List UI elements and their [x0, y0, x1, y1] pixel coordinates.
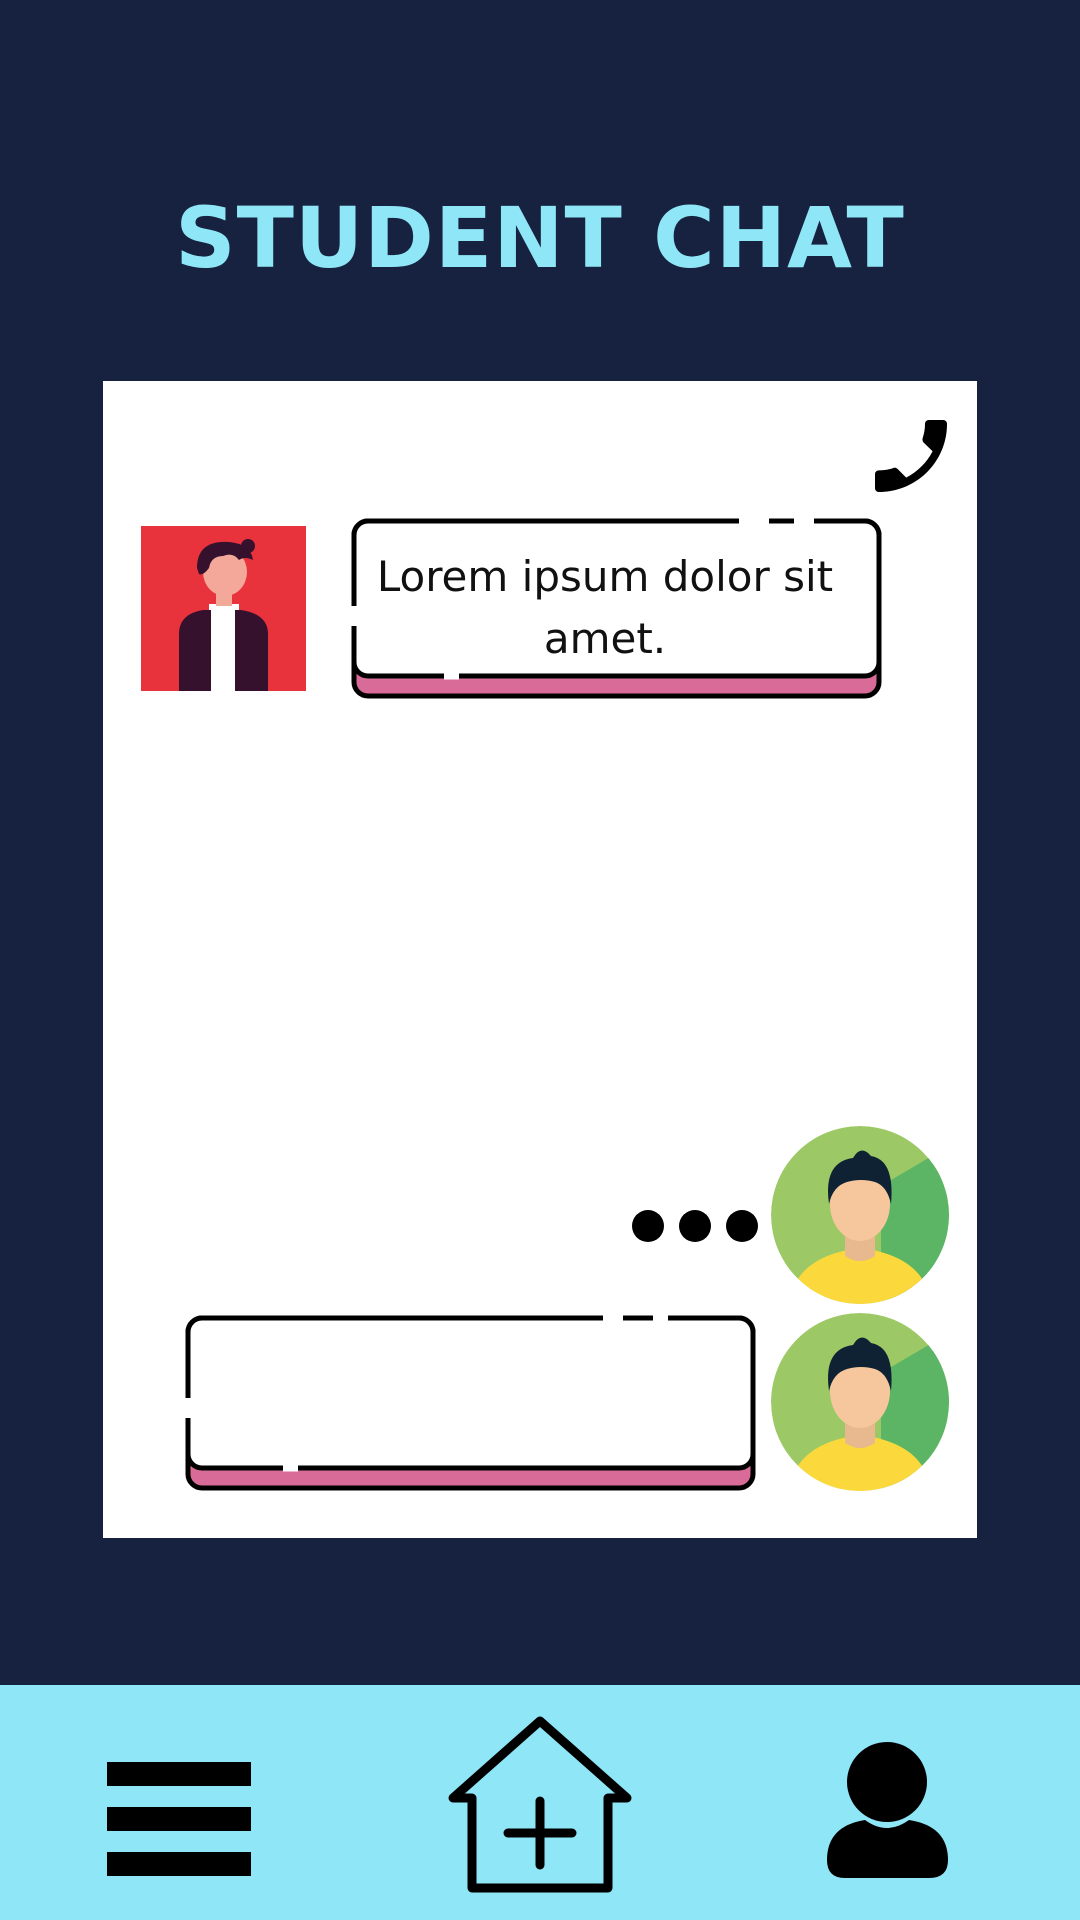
phone-icon[interactable]	[863, 406, 959, 506]
input-bubble-frame	[184, 1314, 756, 1491]
self-avatar	[771, 1313, 949, 1491]
message-input[interactable]	[183, 1313, 758, 1493]
typing-dots-icon	[632, 1210, 758, 1242]
chat-panel: Lorem ipsum dolor sit amet.	[103, 381, 977, 1538]
home-add-icon[interactable]	[445, 1713, 635, 1898]
user-profile-icon[interactable]	[825, 1740, 950, 1880]
contact-avatar	[141, 526, 306, 691]
user-avatar	[771, 1126, 949, 1304]
page-title: STUDENT CHAT	[175, 189, 905, 287]
hamburger-menu-icon[interactable]	[105, 1760, 255, 1878]
bottom-nav	[0, 1685, 1080, 1920]
message-text: Lorem ipsum dolor sit amet.	[376, 552, 834, 663]
